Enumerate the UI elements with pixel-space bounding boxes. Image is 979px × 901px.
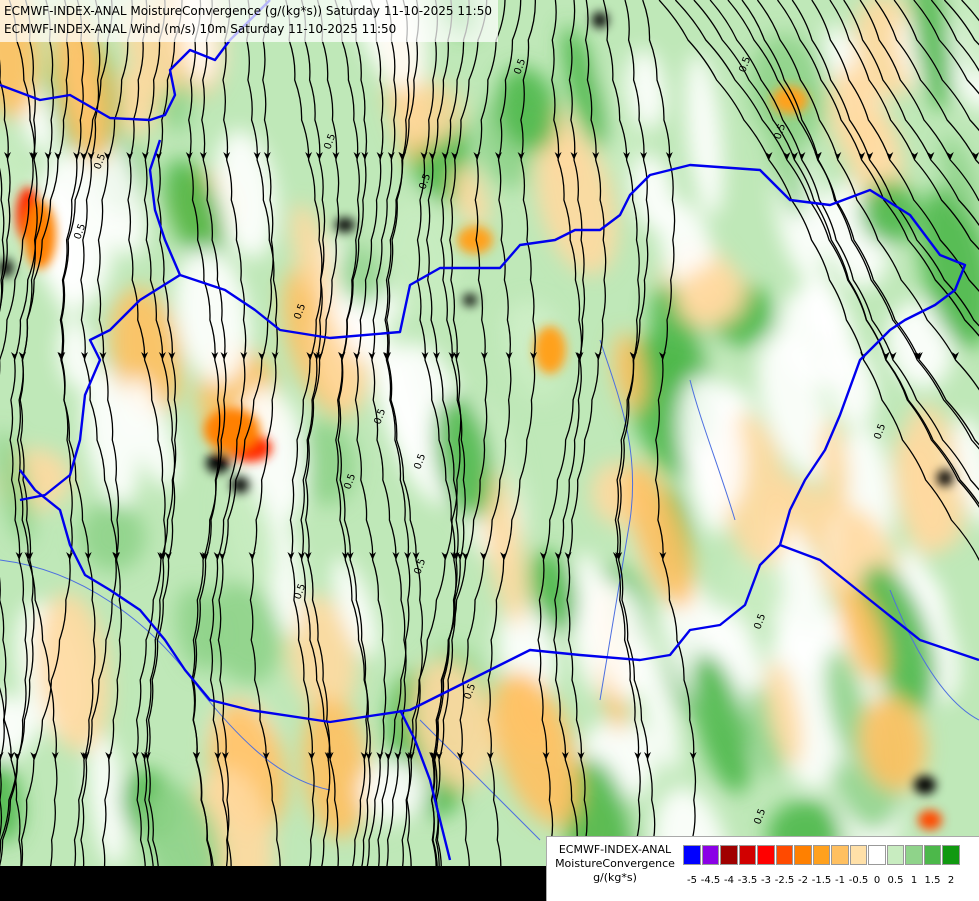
title-wind: ECMWF-INDEX-ANAL Wind (m/s) 10m Saturday…	[4, 20, 492, 38]
legend-tick-label: -1	[835, 875, 845, 886]
hotspot	[204, 408, 260, 452]
legend-swatch	[776, 845, 794, 865]
legend-swatch	[924, 845, 942, 865]
legend-model: ECMWF-INDEX-ANAL	[547, 843, 683, 857]
legend-parameter: MoistureConvergence	[547, 857, 683, 871]
legend-swatch	[831, 845, 849, 865]
legend-tick-label: -3.5	[738, 875, 758, 886]
hotspot	[457, 226, 493, 254]
legend-tick-label: -2	[798, 875, 808, 886]
legend-swatch	[794, 845, 812, 865]
legend-swatch	[813, 845, 831, 865]
legend-swatch	[683, 845, 701, 865]
convergence-peak	[592, 12, 608, 28]
legend-tick-label: 0	[874, 875, 880, 886]
hotspot	[534, 326, 566, 374]
legend-swatches	[683, 845, 961, 865]
color-legend: ECMWF-INDEX-ANAL MoistureConvergence g/(…	[546, 836, 979, 901]
legend-swatch	[757, 845, 775, 865]
legend-tick-label: 0.5	[888, 875, 904, 886]
legend-tick-label: -1.5	[812, 875, 832, 886]
legend-unit: g/(kg*s)	[547, 871, 683, 885]
convergence-peak	[231, 477, 249, 493]
legend-ticks: -5 -4.5-4 -3.5-3 -2.5-2 -1.5-1 -0.5 0 0.5 1 1.5 2	[683, 875, 979, 889]
map-title: ECMWF-INDEX-ANAL MoistureConvergence (g/…	[0, 0, 498, 42]
legend-tick-label: -5	[687, 875, 697, 886]
legend-tick-label: -4	[724, 875, 734, 886]
legend-tick-label: 1.5	[925, 875, 941, 886]
legend-swatch	[720, 845, 738, 865]
legend-title: ECMWF-INDEX-ANAL MoistureConvergence g/(…	[547, 843, 683, 885]
legend-tick-label: -2.5	[775, 875, 795, 886]
title-moisture-convergence: ECMWF-INDEX-ANAL MoistureConvergence (g/…	[4, 2, 492, 20]
moisture-convergence-map: 0.50.50.50.50.50.50.50.50.50.50.50.50.50…	[0, 0, 979, 900]
legend-swatch	[850, 845, 868, 865]
legend-swatch	[887, 845, 905, 865]
legend-tick-label: 1	[911, 875, 917, 886]
legend-swatch	[868, 845, 886, 865]
legend-swatch	[702, 845, 720, 865]
legend-swatch	[739, 845, 757, 865]
legend-tick-label: 2	[948, 875, 954, 886]
legend-tick-label: -3	[761, 875, 771, 886]
legend-swatch	[942, 845, 960, 865]
convergence-peak	[914, 776, 936, 794]
legend-tick-label: -0.5	[849, 875, 869, 886]
convergence-peak	[937, 470, 953, 486]
convergence-peak	[463, 294, 477, 306]
hotspot	[918, 810, 942, 830]
legend-tick-label: -4.5	[701, 875, 721, 886]
legend-swatch	[905, 845, 923, 865]
